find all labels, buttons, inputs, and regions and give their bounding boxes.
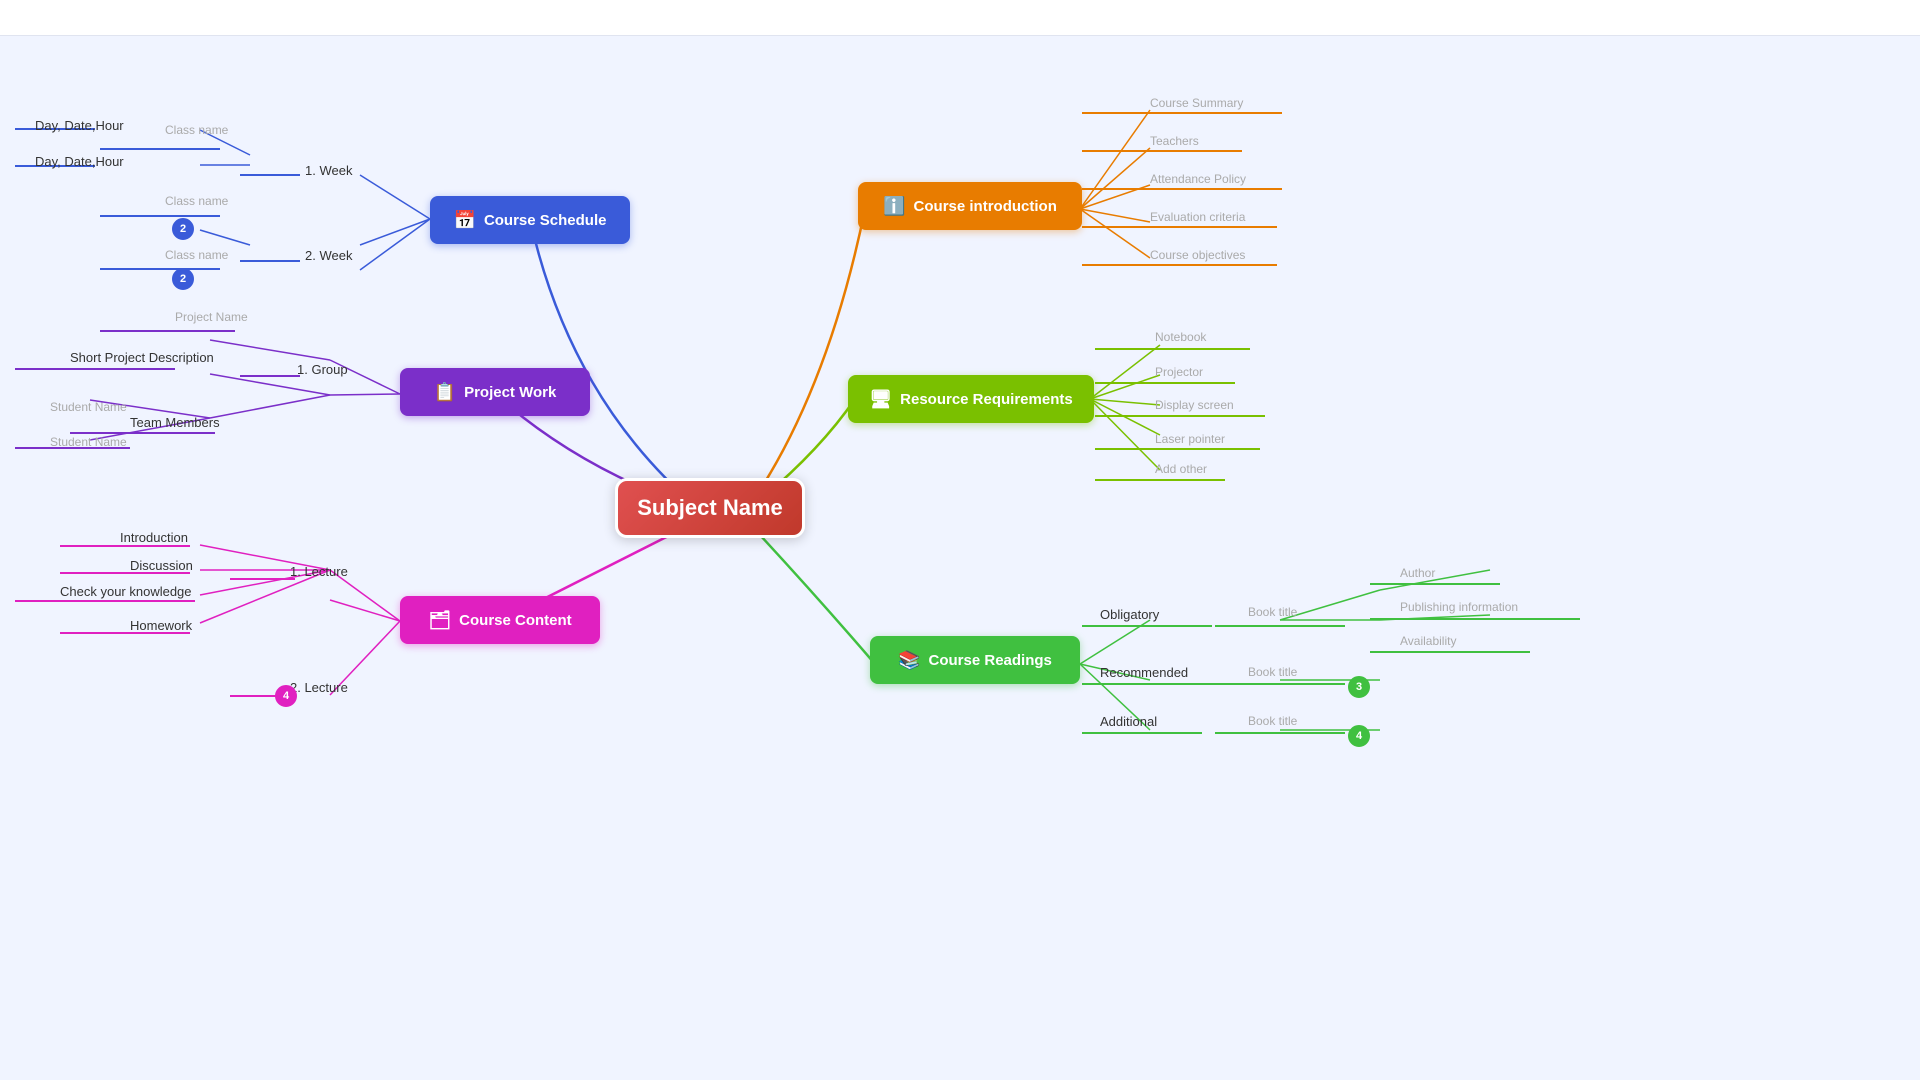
course-schedule-node[interactable]: 📅 Course Schedule: [430, 196, 630, 244]
add-other-line: [1095, 479, 1225, 481]
evaluation-line: [1082, 226, 1277, 228]
group1-label: 1. Group: [297, 362, 348, 377]
book-title-3-line: [1215, 732, 1345, 734]
additional-line: [1082, 732, 1202, 734]
info-icon: ℹ️: [883, 196, 905, 217]
center-node[interactable]: Subject Name: [615, 478, 805, 538]
course-content-node[interactable]: 🗂 Course Content: [400, 596, 600, 644]
additional-label: Additional: [1100, 714, 1157, 729]
day-date-hour-2: Day, Date,Hour: [35, 154, 124, 169]
badge-add: 4: [1348, 725, 1370, 747]
attendance-label: Attendance Policy: [1150, 172, 1246, 186]
projector-line: [1095, 382, 1235, 384]
course-readings-node[interactable]: 📚 Course Readings: [870, 636, 1080, 684]
laser-pointer-label: Laser pointer: [1155, 432, 1225, 446]
badge-week2b: 2: [172, 268, 194, 290]
badge-week2: 2: [172, 218, 194, 240]
course-summary-line: [1082, 112, 1282, 114]
classname3-line: [100, 268, 220, 270]
classname2-line: [100, 215, 220, 217]
obligatory-label: Obligatory: [1100, 607, 1159, 622]
course-summary-label: Course Summary: [1150, 96, 1243, 110]
team-members-line: [70, 432, 215, 434]
week2-label: 2. Week: [305, 248, 352, 263]
course-introduction-node[interactable]: ℹ️ Course introduction: [858, 182, 1082, 230]
availability-label: Availability: [1400, 634, 1456, 648]
course-introduction-label: Course introduction: [914, 198, 1057, 215]
add-other-label: Add other: [1155, 462, 1207, 476]
lecture1-line: [230, 578, 295, 580]
obligatory-line: [1082, 625, 1212, 627]
student-name-2-label: Student Name: [50, 435, 127, 449]
notebook-label: Notebook: [1155, 330, 1206, 344]
project-name-line: [100, 330, 235, 332]
monitor-icon: 🖥: [869, 389, 892, 410]
course-content-label: Course Content: [459, 612, 572, 629]
author-label: Author: [1400, 566, 1435, 580]
lecture1-label: 1. Lecture: [290, 564, 348, 579]
check-knowledge-line: [15, 600, 195, 602]
resource-requirements-node[interactable]: 🖥 Resource Requirements: [848, 375, 1094, 423]
clipboard-icon: 📋: [434, 382, 456, 403]
class-name-3-label: Class name: [165, 248, 228, 262]
class-name-1-label: Class name: [165, 123, 228, 137]
homework-label: Homework: [130, 618, 192, 633]
discussion-label: Discussion: [130, 558, 193, 573]
display-screen-label: Display screen: [1155, 398, 1234, 412]
course-objectives-line: [1082, 264, 1277, 266]
book-title-1-line: [1215, 625, 1345, 627]
project-work-label: Project Work: [464, 384, 556, 401]
introduction-label: Introduction: [120, 530, 188, 545]
availability-line: [1370, 651, 1530, 653]
short-desc-line: [15, 368, 175, 370]
week1-line: [240, 174, 300, 176]
project-work-node[interactable]: 📋 Project Work: [400, 368, 590, 416]
teachers-label: Teachers: [1150, 134, 1199, 148]
course-readings-label: Course Readings: [929, 652, 1052, 669]
short-desc-label: Short Project Description: [70, 350, 214, 365]
badge-rec: 3: [1348, 676, 1370, 698]
day-date-hour-1: Day, Date,Hour: [35, 118, 124, 133]
teachers-line: [1082, 150, 1242, 152]
recommended-line: [1082, 683, 1227, 685]
books-icon: 📚: [898, 650, 920, 671]
recommended-label: Recommended: [1100, 665, 1188, 680]
project-name-label: Project Name: [175, 310, 248, 324]
week2-line: [240, 260, 300, 262]
evaluation-label: Evaluation criteria: [1150, 210, 1245, 224]
book-title-1-label: Book title: [1248, 605, 1297, 619]
week1-label: 1. Week: [305, 163, 352, 178]
attendance-line: [1082, 188, 1282, 190]
check-knowledge-label: Check your knowledge: [60, 584, 192, 599]
student-name-1-label: Student Name: [50, 400, 127, 414]
introduction-line: [60, 545, 190, 547]
book-title-2-label: Book title: [1248, 665, 1297, 679]
class-name-2-label: Class name: [165, 194, 228, 208]
course-schedule-label: Course Schedule: [484, 212, 607, 229]
folder-icon: 🗂: [428, 610, 451, 631]
course-objectives-label: Course objectives: [1150, 248, 1245, 262]
center-node-label: Subject Name: [637, 495, 783, 521]
projector-label: Projector: [1155, 365, 1203, 379]
publishing-info-label: Publishing information: [1400, 600, 1518, 614]
resource-requirements-label: Resource Requirements: [900, 391, 1073, 408]
publishing-info-line: [1370, 618, 1580, 620]
display-screen-line: [1095, 415, 1265, 417]
calendar-icon: 📅: [454, 210, 476, 231]
badge-lecture2: 4: [275, 685, 297, 707]
group1-line: [240, 375, 300, 377]
classname1-line: [100, 148, 220, 150]
notebook-line: [1095, 348, 1250, 350]
laser-pointer-line: [1095, 448, 1260, 450]
book-title-3-label: Book title: [1248, 714, 1297, 728]
author-line: [1370, 583, 1500, 585]
team-members-label: Team Members: [130, 415, 220, 430]
book-title-2-line: [1215, 683, 1345, 685]
top-bar: [0, 0, 1920, 36]
lecture2-label: 2. Lecture: [290, 680, 348, 695]
